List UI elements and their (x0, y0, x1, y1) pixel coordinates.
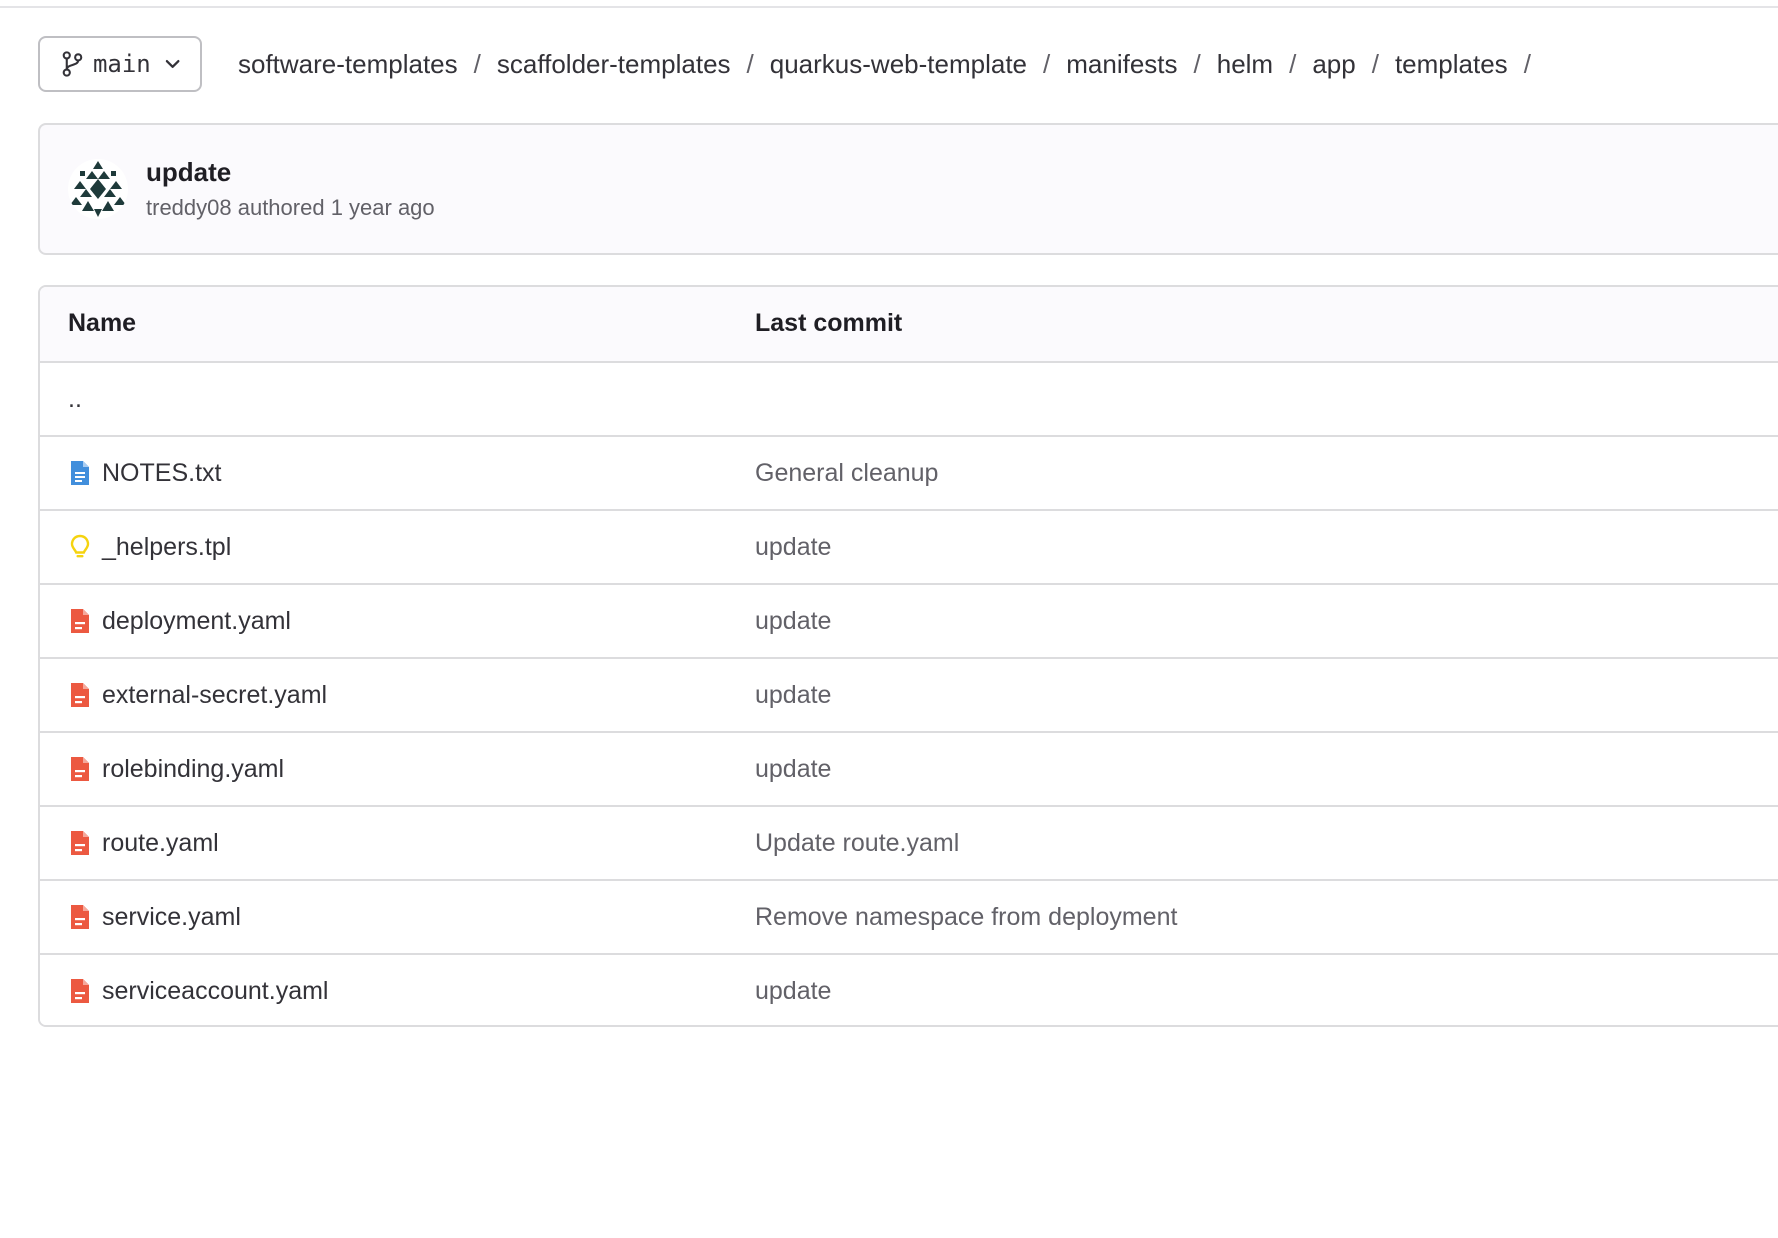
breadcrumb-separator: / (1523, 48, 1531, 79)
table-header: Name Last commit (40, 287, 1778, 363)
branch-icon (62, 51, 83, 77)
table-row: deployment.yaml update (40, 585, 1778, 659)
yaml-file-icon (71, 757, 89, 781)
file-link[interactable]: serviceaccount.yaml (68, 955, 329, 1025)
breadcrumb-item[interactable]: manifests (1066, 49, 1177, 80)
file-link[interactable]: NOTES.txt (68, 437, 221, 509)
chevron-down-icon (165, 59, 180, 69)
breadcrumb-item[interactable]: software-templates (238, 49, 458, 80)
breadcrumb-separator: / (473, 48, 481, 79)
breadcrumb-item-current[interactable]: templates (1395, 49, 1508, 80)
file-link[interactable]: deployment.yaml (68, 585, 291, 657)
file-name: external-secret.yaml (102, 680, 328, 709)
table-row: service.yaml Remove namespace from deplo… (40, 881, 1778, 955)
commit-message-link[interactable]: update (755, 585, 831, 657)
yaml-file-icon (71, 683, 89, 707)
breadcrumb-separator: / (746, 48, 754, 79)
breadcrumb-item[interactable]: app (1312, 49, 1355, 80)
yaml-file-icon (71, 831, 89, 855)
commit-message-link[interactable]: update (755, 659, 831, 731)
file-link[interactable]: route.yaml (68, 807, 219, 879)
file-name: service.yaml (102, 902, 241, 931)
table-row-parent[interactable]: .. (40, 363, 1778, 437)
table-row: external-secret.yaml update (40, 659, 1778, 733)
commit-author-line: treddy08 authored 1 year ago (146, 195, 435, 220)
breadcrumb-separator: / (1043, 48, 1051, 79)
file-link[interactable]: external-secret.yaml (68, 659, 327, 731)
parent-directory-link[interactable]: .. (68, 363, 82, 435)
branch-selector-button[interactable]: main (38, 36, 202, 92)
table-row: route.yaml Update route.yaml (40, 807, 1778, 881)
table-row: rolebinding.yaml update (40, 733, 1778, 807)
top-divider (0, 6, 1778, 8)
avatar[interactable] (68, 159, 128, 219)
breadcrumb-item[interactable]: helm (1217, 49, 1273, 80)
breadcrumb-item[interactable]: scaffolder-templates (497, 49, 731, 80)
column-header-name: Name (68, 309, 137, 337)
file-name: NOTES.txt (102, 458, 222, 487)
breadcrumb-item[interactable]: quarkus-web-template (770, 49, 1027, 80)
file-link[interactable]: rolebinding.yaml (68, 733, 284, 805)
table-row: NOTES.txt General cleanup (40, 437, 1778, 511)
table-row: serviceaccount.yaml update (40, 955, 1778, 1025)
breadcrumb-separator: / (1289, 48, 1297, 79)
commit-message-link[interactable]: Remove namespace from deployment (755, 881, 1177, 953)
file-name: rolebinding.yaml (102, 754, 285, 783)
commit-message-link[interactable]: update (755, 511, 831, 583)
text-file-icon (71, 461, 89, 485)
file-link[interactable]: _helpers.tpl (68, 511, 231, 583)
file-name: deployment.yaml (102, 606, 291, 635)
breadcrumb-separator: / (1193, 48, 1201, 79)
commit-message-link[interactable]: update (755, 955, 831, 1025)
yaml-file-icon (71, 979, 89, 1003)
column-header-last-commit: Last commit (755, 309, 903, 337)
table-row: _helpers.tpl update (40, 511, 1778, 585)
file-name: route.yaml (102, 828, 219, 857)
yaml-file-icon (71, 905, 89, 929)
yaml-file-icon (71, 609, 89, 633)
breadcrumb: software-templates / scaffolder-template… (238, 49, 1547, 80)
lightbulb-icon (70, 534, 90, 558)
file-name: serviceaccount.yaml (102, 976, 329, 1005)
commit-title-link[interactable]: update (146, 157, 231, 188)
file-link[interactable]: service.yaml (68, 881, 241, 953)
identicon-icon (70, 161, 126, 217)
file-table: Name Last commit .. NOTES.txt General cl… (38, 285, 1778, 1027)
branch-name: main (92, 50, 151, 78)
last-commit-card: update treddy08 authored 1 year ago (38, 123, 1778, 255)
commit-message-link[interactable]: General cleanup (755, 437, 938, 509)
file-name: _helpers.tpl (102, 532, 232, 561)
repo-toolbar: main software-templates / scaffolder-tem… (38, 36, 1547, 92)
commit-message-link[interactable]: Update route.yaml (755, 807, 959, 879)
commit-message-link[interactable]: update (755, 733, 831, 805)
breadcrumb-separator: / (1371, 48, 1379, 79)
